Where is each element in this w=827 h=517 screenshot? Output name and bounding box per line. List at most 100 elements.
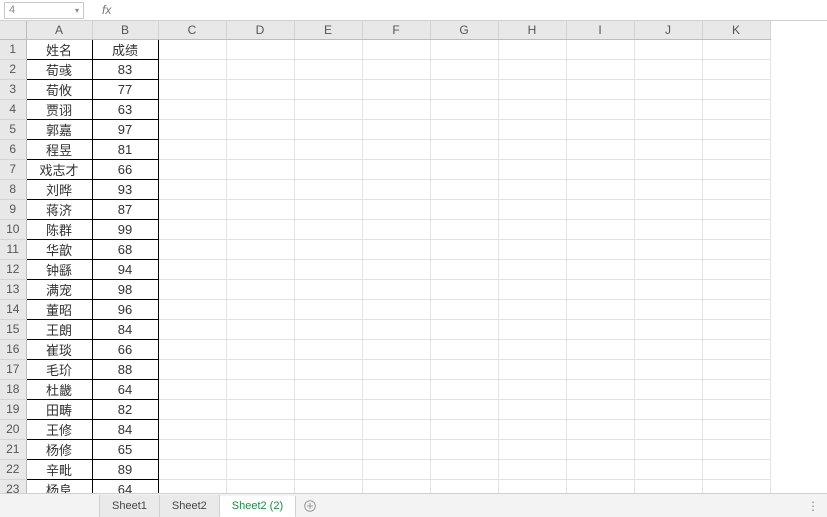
cell-E23[interactable] [294,479,362,493]
cell-F3[interactable] [362,79,430,99]
cell-G4[interactable] [430,99,498,119]
cell-E19[interactable] [294,399,362,419]
cell-D21[interactable] [226,439,294,459]
cell-B23[interactable]: 64 [92,479,158,493]
cell-J18[interactable] [634,379,702,399]
cell-E20[interactable] [294,419,362,439]
cell-E12[interactable] [294,259,362,279]
cell-J11[interactable] [634,239,702,259]
cell-B10[interactable]: 99 [92,219,158,239]
add-sheet-button[interactable] [296,495,324,517]
cell-G7[interactable] [430,159,498,179]
column-header-A[interactable]: A [26,21,92,39]
cell-B2[interactable]: 83 [92,59,158,79]
cell-I20[interactable] [566,419,634,439]
cell-H17[interactable] [498,359,566,379]
cell-D11[interactable] [226,239,294,259]
cell-K18[interactable] [702,379,770,399]
row-header[interactable]: 7 [0,159,26,179]
cell-K21[interactable] [702,439,770,459]
cell-H14[interactable] [498,299,566,319]
cell-I23[interactable] [566,479,634,493]
cell-G23[interactable] [430,479,498,493]
cell-G15[interactable] [430,319,498,339]
cell-I22[interactable] [566,459,634,479]
name-box-dropdown-icon[interactable]: ▾ [75,6,79,15]
row-header[interactable]: 10 [0,219,26,239]
cell-I7[interactable] [566,159,634,179]
cell-D6[interactable] [226,139,294,159]
cell-K17[interactable] [702,359,770,379]
row-header[interactable]: 12 [0,259,26,279]
cell-F20[interactable] [362,419,430,439]
cell-I13[interactable] [566,279,634,299]
cell-I14[interactable] [566,299,634,319]
cell-H1[interactable] [498,39,566,59]
cell-H11[interactable] [498,239,566,259]
cell-K12[interactable] [702,259,770,279]
cell-G11[interactable] [430,239,498,259]
cell-F19[interactable] [362,399,430,419]
cell-A1[interactable]: 姓名 [26,39,92,59]
row-header[interactable]: 14 [0,299,26,319]
cell-J3[interactable] [634,79,702,99]
cell-H7[interactable] [498,159,566,179]
cell-A15[interactable]: 王朗 [26,319,92,339]
row-header[interactable]: 8 [0,179,26,199]
cell-C7[interactable] [158,159,226,179]
cell-G5[interactable] [430,119,498,139]
cell-D9[interactable] [226,199,294,219]
cell-B3[interactable]: 77 [92,79,158,99]
cell-A5[interactable]: 郭嘉 [26,119,92,139]
cell-B19[interactable]: 82 [92,399,158,419]
cell-I15[interactable] [566,319,634,339]
column-header-H[interactable]: H [498,21,566,39]
cell-H8[interactable] [498,179,566,199]
cell-A11[interactable]: 华歆 [26,239,92,259]
row-header[interactable]: 18 [0,379,26,399]
cell-E4[interactable] [294,99,362,119]
cell-E1[interactable] [294,39,362,59]
cell-F6[interactable] [362,139,430,159]
cell-D19[interactable] [226,399,294,419]
cell-B18[interactable]: 64 [92,379,158,399]
row-header[interactable]: 4 [0,99,26,119]
cell-D18[interactable] [226,379,294,399]
row-header[interactable]: 1 [0,39,26,59]
cell-C12[interactable] [158,259,226,279]
cell-F23[interactable] [362,479,430,493]
cell-A8[interactable]: 刘晔 [26,179,92,199]
cell-B16[interactable]: 66 [92,339,158,359]
cell-H15[interactable] [498,319,566,339]
cell-C16[interactable] [158,339,226,359]
cell-G22[interactable] [430,459,498,479]
formula-input[interactable] [123,2,827,19]
cell-B13[interactable]: 98 [92,279,158,299]
cell-J20[interactable] [634,419,702,439]
cell-C6[interactable] [158,139,226,159]
cell-H6[interactable] [498,139,566,159]
cell-E8[interactable] [294,179,362,199]
cell-C13[interactable] [158,279,226,299]
cell-B5[interactable]: 97 [92,119,158,139]
cell-E21[interactable] [294,439,362,459]
cell-D7[interactable] [226,159,294,179]
cell-K4[interactable] [702,99,770,119]
cell-A4[interactable]: 贾诩 [26,99,92,119]
cell-C17[interactable] [158,359,226,379]
cell-A6[interactable]: 程昱 [26,139,92,159]
cell-H21[interactable] [498,439,566,459]
cell-E16[interactable] [294,339,362,359]
row-header[interactable]: 23 [0,479,26,493]
cell-I11[interactable] [566,239,634,259]
cell-I4[interactable] [566,99,634,119]
cell-D22[interactable] [226,459,294,479]
cell-G9[interactable] [430,199,498,219]
row-header[interactable]: 13 [0,279,26,299]
row-header[interactable]: 22 [0,459,26,479]
cell-C2[interactable] [158,59,226,79]
cell-E15[interactable] [294,319,362,339]
cell-A12[interactable]: 钟繇 [26,259,92,279]
cell-D20[interactable] [226,419,294,439]
cell-I10[interactable] [566,219,634,239]
